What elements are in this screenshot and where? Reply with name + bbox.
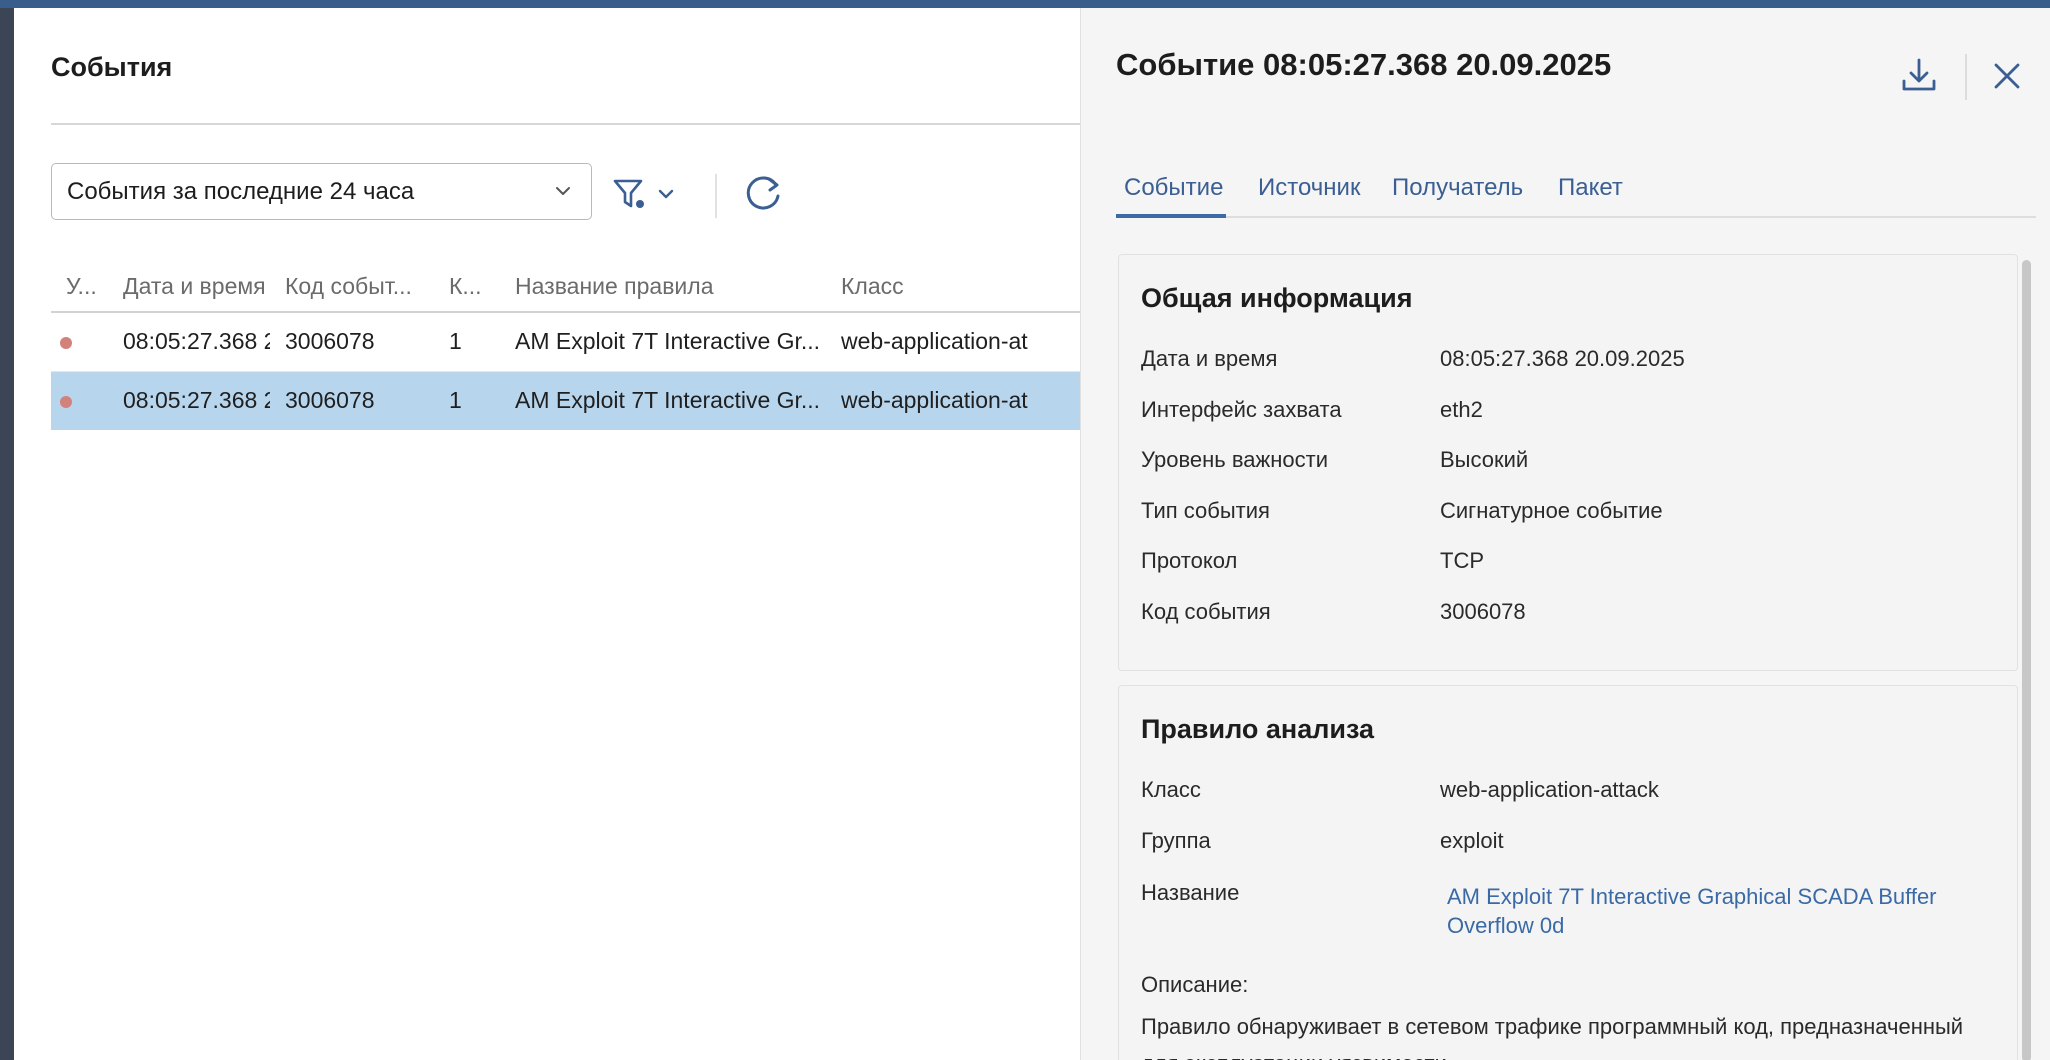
- class-cell: web-application-at: [826, 371, 1094, 430]
- active-tab-indicator: [1116, 214, 1226, 218]
- download-icon[interactable]: [1899, 55, 1939, 95]
- general-info-card: Общая информация Дата и время 08:05:27.3…: [1118, 254, 2018, 671]
- field-value: Высокий: [1440, 447, 1529, 472]
- count-cell: 1: [434, 371, 500, 430]
- general-info-title: Общая информация: [1141, 283, 1413, 313]
- column-header-rule-name[interactable]: Название правила: [500, 261, 826, 313]
- datetime-cell: 08:05:27.368 20....: [108, 312, 270, 372]
- field-label: Тип события: [1141, 498, 1270, 523]
- tab-source[interactable]: Источник: [1258, 174, 1360, 202]
- column-header-count[interactable]: К...: [434, 261, 500, 313]
- description-text: Правило обнаруживает в сетевом трафике п…: [1141, 1014, 1964, 1060]
- column-header-severity[interactable]: У...: [51, 261, 108, 313]
- title-divider: [51, 123, 1091, 125]
- analysis-rule-title: Правило анализа: [1141, 714, 1375, 744]
- tab-packet[interactable]: Пакет: [1558, 174, 1623, 202]
- refresh-icon[interactable]: [740, 171, 786, 217]
- left-edge-strip: [0, 8, 14, 1060]
- events-list-area: События События за последние 24 часа У..…: [14, 8, 1094, 1060]
- details-tabs: Событие Источник Получатель Пакет: [1116, 166, 2036, 218]
- field-label: Название: [1141, 880, 1240, 905]
- top-accent-bar: [0, 0, 2050, 8]
- table-row[interactable]: 08:05:27.368 20.... 3006078 1 AM Exploit…: [51, 312, 1094, 372]
- toolbar-separator: [715, 174, 717, 218]
- class-cell: web-application-at: [826, 312, 1094, 372]
- events-table: У... Дата и время Код событ... К... Назв…: [51, 261, 1094, 430]
- field-value: exploit: [1440, 828, 1504, 853]
- field-label: Дата и время: [1141, 346, 1278, 371]
- rule-name-link[interactable]: AM Exploit 7T Interactive Graphical SCAD…: [1447, 882, 2007, 940]
- header-separator: [1965, 54, 1967, 100]
- count-cell: 1: [434, 312, 500, 372]
- column-header-class[interactable]: Класс: [826, 261, 1094, 313]
- description-label: Описание:: [1141, 972, 1249, 997]
- severity-cell: [51, 312, 108, 372]
- field-label: Группа: [1141, 828, 1211, 853]
- severity-dot: [60, 396, 72, 409]
- column-header-code[interactable]: Код событ...: [270, 261, 434, 313]
- panel-title: Событие 08:05:27.368 20.09.2025: [1116, 47, 1612, 82]
- filter-button[interactable]: [612, 174, 692, 214]
- table-header-row: У... Дата и время Код событ... К... Назв…: [51, 261, 1094, 313]
- field-label: Уровень важности: [1141, 447, 1328, 472]
- field-value: Сигнатурное событие: [1440, 498, 1663, 523]
- tab-recipient[interactable]: Получатель: [1392, 174, 1523, 202]
- event-details-panel: Событие 08:05:27.368 20.09.2025 Событие …: [1080, 8, 2050, 1060]
- column-header-datetime-label: Дата и время: [123, 272, 266, 299]
- code-cell: 3006078: [270, 371, 434, 430]
- field-label: Код события: [1141, 599, 1271, 624]
- field-value: 08:05:27.368 20.09.2025: [1440, 346, 1685, 371]
- filter-icon: [613, 179, 644, 208]
- rule-name-cell: AM Exploit 7T Interactive Gr...: [500, 312, 826, 372]
- field-value: 3006078: [1440, 599, 1526, 624]
- severity-cell: [51, 371, 108, 430]
- period-select[interactable]: События за последние 24 часа: [51, 163, 592, 220]
- close-icon[interactable]: [1991, 60, 2023, 92]
- analysis-rule-card: Правило анализа Класс web-application-at…: [1118, 685, 2018, 1060]
- field-label: Интерфейс захвата: [1141, 397, 1342, 422]
- rule-name-cell: AM Exploit 7T Interactive Gr...: [500, 371, 826, 430]
- code-cell: 3006078: [270, 312, 434, 372]
- panel-scrollbar[interactable]: [2022, 260, 2031, 1060]
- chevron-down-icon: [556, 187, 570, 195]
- tab-event[interactable]: Событие: [1124, 174, 1223, 202]
- field-label: Протокол: [1141, 548, 1238, 573]
- table-row-selected[interactable]: 08:05:27.368 20.... 3006078 1 AM Exploit…: [51, 371, 1094, 430]
- period-select-value: События за последние 24 часа: [67, 177, 415, 205]
- datetime-cell: 08:05:27.368 20....: [108, 371, 270, 430]
- field-value: web-application-attack: [1440, 777, 1659, 802]
- chevron-down-icon: [658, 189, 674, 199]
- field-value: TCP: [1440, 548, 1484, 573]
- severity-dot: [60, 337, 72, 350]
- column-header-datetime[interactable]: Дата и время: [108, 261, 270, 313]
- page-title: События: [51, 52, 173, 82]
- field-value: eth2: [1440, 397, 1483, 422]
- field-label: Класс: [1141, 777, 1201, 802]
